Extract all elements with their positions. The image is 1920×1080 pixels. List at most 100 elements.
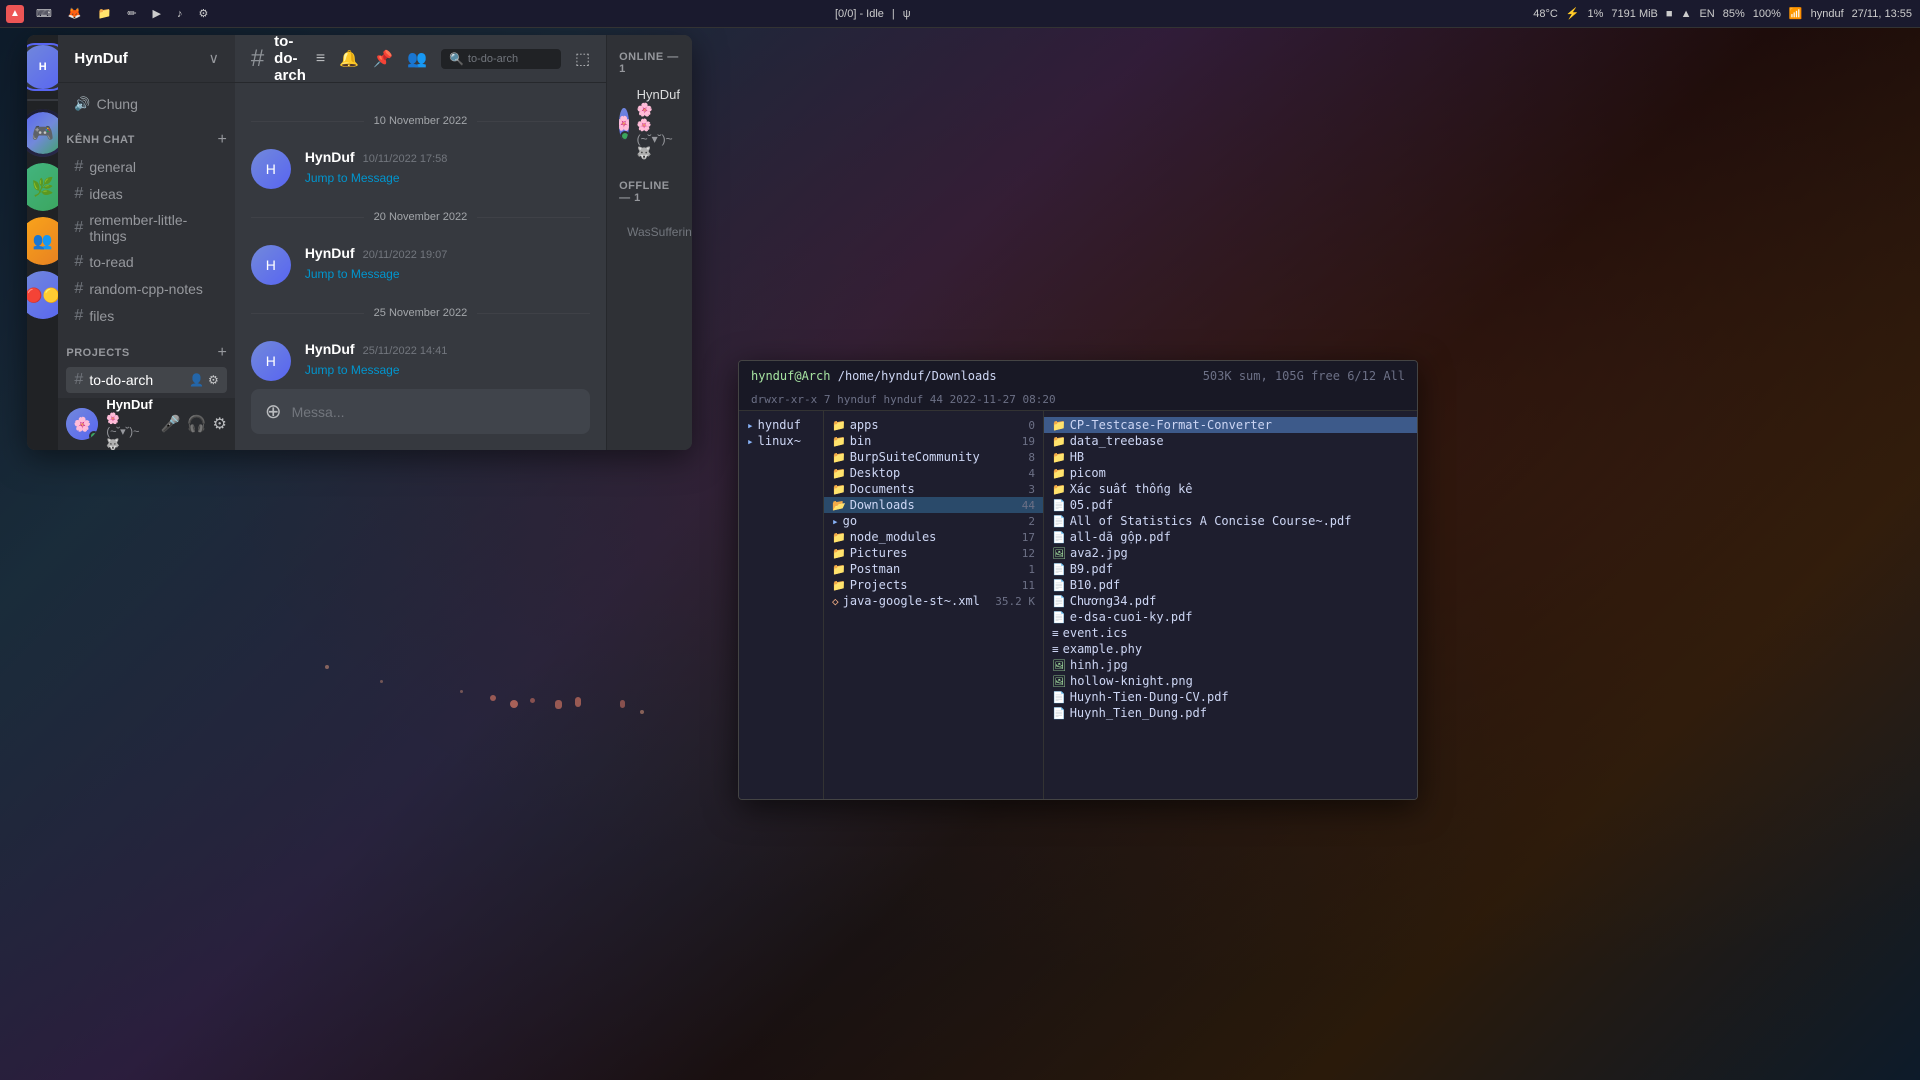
- user-avatar: 🌸: [66, 408, 98, 440]
- t-item-hinhjpg[interactable]: 🖼 hinh.jpg: [1044, 657, 1417, 673]
- server-name-bar[interactable]: HynDuf ∨: [58, 35, 234, 83]
- t-item-xacxuat[interactable]: 📁 Xác suất thống kê: [1044, 481, 1417, 497]
- t-item-burp[interactable]: 📁 BurpSuiteCommunity 8: [824, 449, 1043, 465]
- message-2[interactable]: H HynDuf 20/11/2022 19:07 Jump to Messag…: [235, 239, 606, 291]
- message-3[interactable]: H HynDuf 25/11/2022 14:41 Jump to Messag…: [235, 335, 606, 387]
- pdf-icon-b10: 📄: [1052, 579, 1066, 592]
- inbox-icon[interactable]: ⬚: [575, 49, 590, 69]
- t-item-allstatspdf[interactable]: 📄 All of Statistics A Concise Course~.pd…: [1044, 513, 1417, 529]
- t-item-java-xml[interactable]: ◇ java-google-st~.xml 35.2 K: [824, 593, 1043, 609]
- t-item-linux[interactable]: ▸ linux~: [739, 433, 823, 449]
- user-status-dot: [89, 431, 98, 440]
- pdf-icon-huynhcv: 📄: [1052, 691, 1066, 704]
- messages-area[interactable]: 10 November 2022 H HynDuf 10/11/2022 17:…: [235, 83, 606, 389]
- browser-app[interactable]: 🦊: [62, 5, 88, 22]
- t-label-apps: apps: [850, 418, 879, 432]
- server-icon-hynduf[interactable]: H: [27, 43, 58, 91]
- t-item-hb[interactable]: 📁 HB: [1044, 449, 1417, 465]
- t-item-b10pdf[interactable]: 📄 B10.pdf: [1044, 577, 1417, 593]
- t-item-chuong34[interactable]: 📄 Chương34.pdf: [1044, 593, 1417, 609]
- t-item-bin[interactable]: 📁 bin 19: [824, 433, 1043, 449]
- folder-icon-go: ▸: [832, 515, 839, 528]
- channel-item-to-do-arch[interactable]: # to-do-arch 👤 ⚙: [66, 367, 226, 393]
- t-item-ava2jpg[interactable]: 🖼 ava2.jpg: [1044, 545, 1417, 561]
- editor-app[interactable]: ✏: [121, 5, 142, 22]
- t-item-downloads[interactable]: 📂 Downloads 44: [824, 497, 1043, 513]
- t-count-pictures: 12: [1022, 547, 1035, 560]
- channel-item-files[interactable]: # files: [66, 303, 226, 329]
- channel-hash-icon: #: [251, 45, 264, 73]
- jump-link-3[interactable]: Jump to Message: [305, 363, 400, 377]
- terminal-pane-right[interactable]: 📁 CP-Testcase-Format-Converter 📁 data_tr…: [1044, 411, 1417, 799]
- channel-item-chung[interactable]: 🔊 Chung: [66, 92, 226, 116]
- t-item-pictures[interactable]: 📁 Pictures 12: [824, 545, 1043, 561]
- server-icon-2[interactable]: 🎮: [27, 109, 58, 157]
- terminal-pane-middle[interactable]: 📁 apps 0 📁 bin 19 📁 BurpSuiteCommunity 8…: [824, 411, 1044, 799]
- message-input-field[interactable]: [292, 404, 577, 420]
- microphone-icon[interactable]: 🎤: [161, 414, 181, 434]
- t-item-data-treebase[interactable]: 📁 data_treebase: [1044, 433, 1417, 449]
- t-item-go[interactable]: ▸ go 2: [824, 513, 1043, 529]
- message-header-2: HynDuf 20/11/2022 19:07: [305, 245, 590, 261]
- channel-icons: 👤 ⚙: [189, 373, 219, 387]
- channel-item-cpp[interactable]: # random-cpp-notes: [66, 276, 226, 302]
- particle: [380, 680, 383, 683]
- video-app[interactable]: ▶: [147, 5, 167, 22]
- arch-icon[interactable]: ▲: [6, 5, 24, 23]
- chat-channel-name: to-do-arch: [274, 35, 306, 84]
- t-item-apps[interactable]: 📁 apps 0: [824, 417, 1043, 433]
- terminal-pane-left[interactable]: ▸ hynduf ▸ linux~: [739, 411, 824, 799]
- threads-icon[interactable]: ≡: [316, 50, 325, 68]
- files-app[interactable]: 📁: [92, 5, 118, 22]
- message-1[interactable]: H HynDuf 10/11/2022 17:58 Jump to Messag…: [235, 143, 606, 195]
- t-item-hollowknight[interactable]: 🖼 hollow-knight.png: [1044, 673, 1417, 689]
- t-item-edsa[interactable]: 📄 e-dsa-cuoi-ky.pdf: [1044, 609, 1417, 625]
- t-item-desktop[interactable]: 📁 Desktop 4: [824, 465, 1043, 481]
- t-item-picom[interactable]: 📁 picom: [1044, 465, 1417, 481]
- t-item-allda[interactable]: 📄 all-dã gộp.pdf: [1044, 529, 1417, 545]
- t-item-projects[interactable]: 📁 Projects 11: [824, 577, 1043, 593]
- add-project-icon[interactable]: +: [217, 344, 226, 362]
- headset-icon[interactable]: 🎧: [187, 414, 207, 434]
- t-item-eventics[interactable]: ≡ event.ics: [1044, 625, 1417, 641]
- particle: [640, 710, 644, 714]
- members-icon[interactable]: 👥: [407, 49, 427, 69]
- t-label-hinhjpg: hinh.jpg: [1070, 658, 1128, 672]
- t-item-b9pdf[interactable]: 📄 B9.pdf: [1044, 561, 1417, 577]
- attach-icon[interactable]: ⊕: [265, 399, 282, 424]
- header-search[interactable]: 🔍 to-do-arch: [441, 49, 561, 69]
- channel-item-general[interactable]: # general: [66, 154, 226, 180]
- pin-icon[interactable]: 📌: [373, 49, 393, 69]
- jump-link-2[interactable]: Jump to Message: [305, 267, 400, 281]
- t-item-huynh[interactable]: 📄 Huynh_Tien_Dung.pdf: [1044, 705, 1417, 721]
- jump-link-1[interactable]: Jump to Message: [305, 171, 400, 185]
- server-icon-3[interactable]: 🌿: [27, 163, 58, 211]
- server-icon-5[interactable]: 🔴🟡: [27, 271, 58, 319]
- add-channel-icon[interactable]: +: [217, 131, 226, 149]
- channel-item-to-read[interactable]: # to-read: [66, 249, 226, 275]
- offline-user-1[interactable]: 👤 WasSufferingGood?: [615, 212, 684, 252]
- t-item-hynduf[interactable]: ▸ hynduf: [739, 417, 823, 433]
- t-item-documents[interactable]: 📁 Documents 3: [824, 481, 1043, 497]
- t-item-cp-converter[interactable]: 📁 CP-Testcase-Format-Converter: [1044, 417, 1417, 433]
- server-icon-4[interactable]: 👥: [27, 217, 58, 265]
- t-item-examplephy[interactable]: ≡ example.phy: [1044, 641, 1417, 657]
- folder-icon-postman: 📁: [832, 563, 846, 576]
- channel-category-projects: PROJECTS +: [58, 330, 234, 366]
- music-app[interactable]: ♪: [171, 6, 189, 22]
- notifications-icon[interactable]: 🔔: [339, 49, 359, 69]
- channel-item-ideas[interactable]: # ideas: [66, 181, 226, 207]
- t-item-postman[interactable]: 📁 Postman 1: [824, 561, 1043, 577]
- channel-item-remember[interactable]: # remember-little-things: [66, 208, 226, 248]
- t-item-huynhcv[interactable]: 📄 Huynh-Tien-Dung-CV.pdf: [1044, 689, 1417, 705]
- particle: [510, 700, 518, 708]
- online-user-hynduf[interactable]: 🌸 HynDuf 🌸 🌸(~˘▾˘)~🐺: [615, 83, 684, 164]
- t-item-05pdf[interactable]: 📄 05.pdf: [1044, 497, 1417, 513]
- online-status-dot: [620, 131, 629, 140]
- t-item-node[interactable]: 📁 node_modules 17: [824, 529, 1043, 545]
- user-settings-icon[interactable]: ⚙: [212, 414, 226, 434]
- settings-app[interactable]: ⚙: [192, 5, 214, 22]
- date-line-2: [251, 217, 364, 218]
- terminal-app[interactable]: ⌨: [30, 5, 58, 22]
- txt-icon-example: ≡: [1052, 643, 1059, 656]
